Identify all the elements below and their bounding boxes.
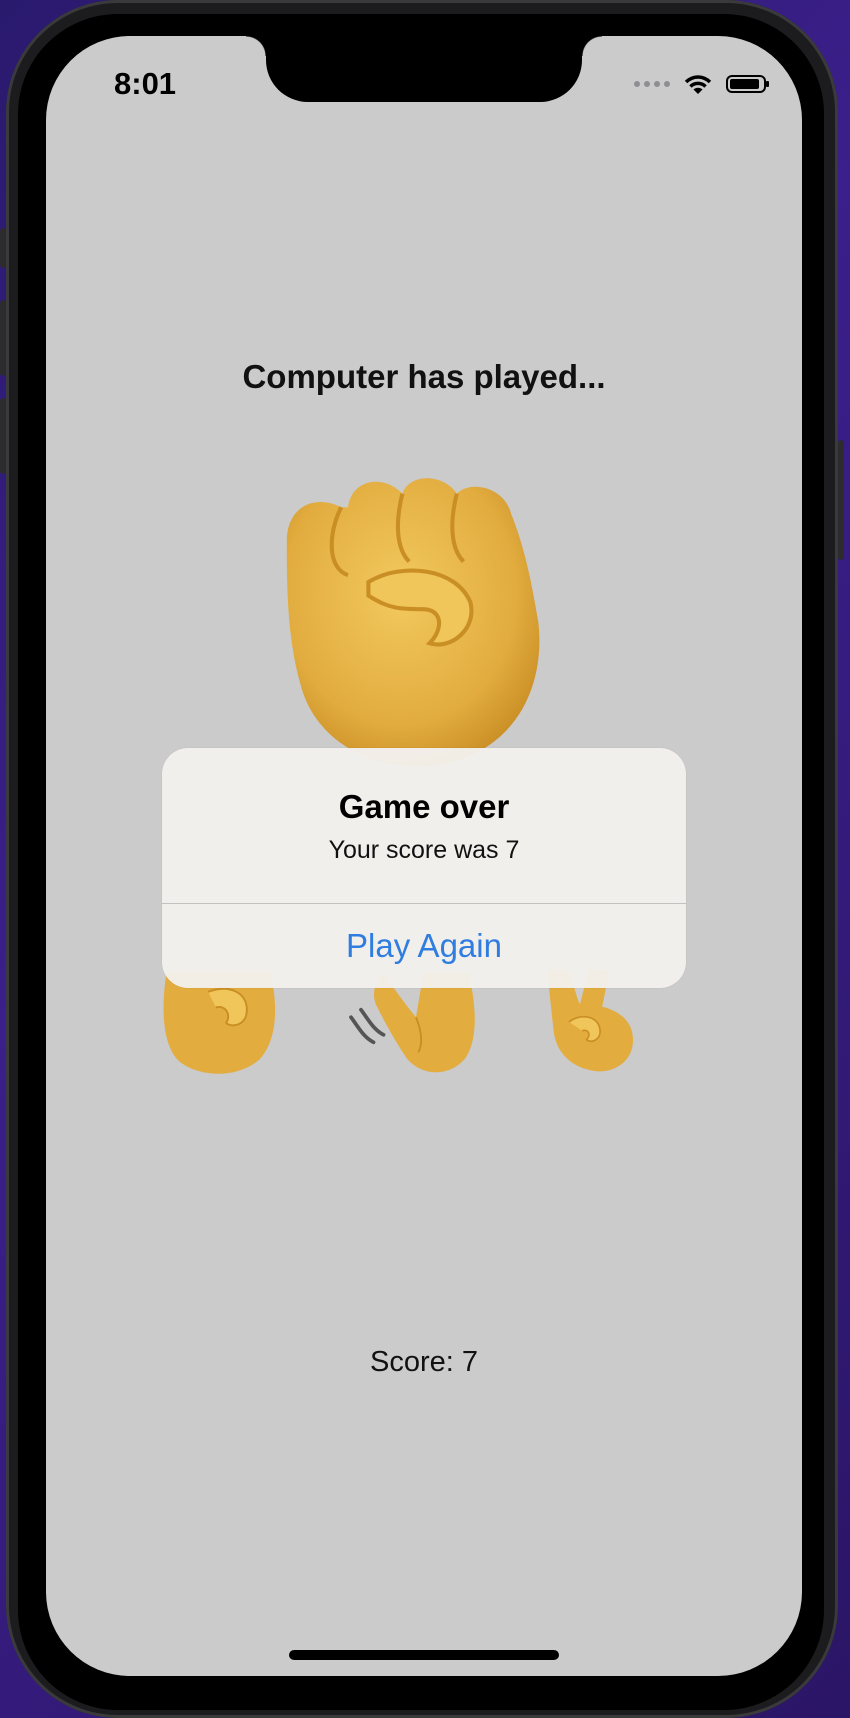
- home-indicator[interactable]: [289, 1650, 559, 1660]
- play-again-button[interactable]: Play Again: [162, 904, 686, 988]
- notch: [246, 36, 602, 102]
- wifi-icon: [684, 75, 712, 94]
- volume-up-button: [0, 300, 6, 376]
- status-icons: [634, 72, 769, 96]
- volume-down-button: [0, 398, 6, 474]
- power-button: [838, 440, 844, 560]
- game-over-alert: Game over Your score was 7 Play Again: [162, 748, 686, 988]
- battery-level: [730, 79, 759, 89]
- status-time: 8:01: [114, 66, 177, 101]
- alert-message: Your score was 7: [328, 836, 520, 864]
- app-screen: 8:01 Computer has played... Score: 7 Gam…: [46, 36, 802, 1676]
- computer-played-heading: Computer has played...: [242, 358, 606, 395]
- computer-move-fist-icon: [246, 446, 586, 791]
- silent-switch: [0, 228, 6, 268]
- battery-icon: [726, 75, 769, 93]
- score-label: Score: 7: [370, 1346, 478, 1378]
- cellular-dots-icon: [634, 81, 670, 87]
- alert-title: Game over: [338, 788, 510, 825]
